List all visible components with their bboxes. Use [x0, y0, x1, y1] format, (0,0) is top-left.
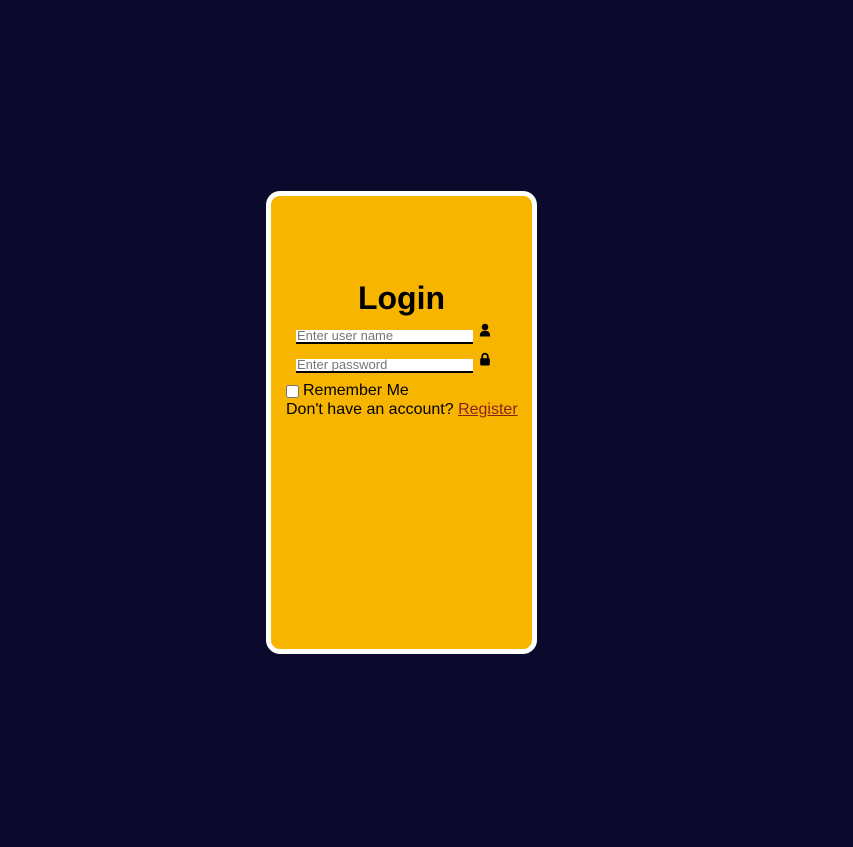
- signup-line: Don't have an account? Register: [286, 401, 518, 419]
- remember-me[interactable]: Remember Me: [285, 382, 409, 400]
- login-card: Login Remember Me Don't have an account?…: [266, 191, 537, 654]
- lock-icon: [479, 352, 491, 366]
- remember-me-label: Remember Me: [303, 382, 409, 399]
- login-title: Login: [357, 280, 446, 316]
- signup-prompt: Don't have an account?: [286, 401, 454, 418]
- user-icon: [479, 323, 491, 337]
- password-field-wrapper: [296, 356, 473, 373]
- username-field-wrapper: [296, 327, 473, 344]
- username-input[interactable]: [296, 329, 473, 344]
- register-link[interactable]: Register: [458, 401, 518, 418]
- remember-me-checkbox[interactable]: [286, 384, 299, 398]
- password-input[interactable]: [296, 358, 473, 373]
